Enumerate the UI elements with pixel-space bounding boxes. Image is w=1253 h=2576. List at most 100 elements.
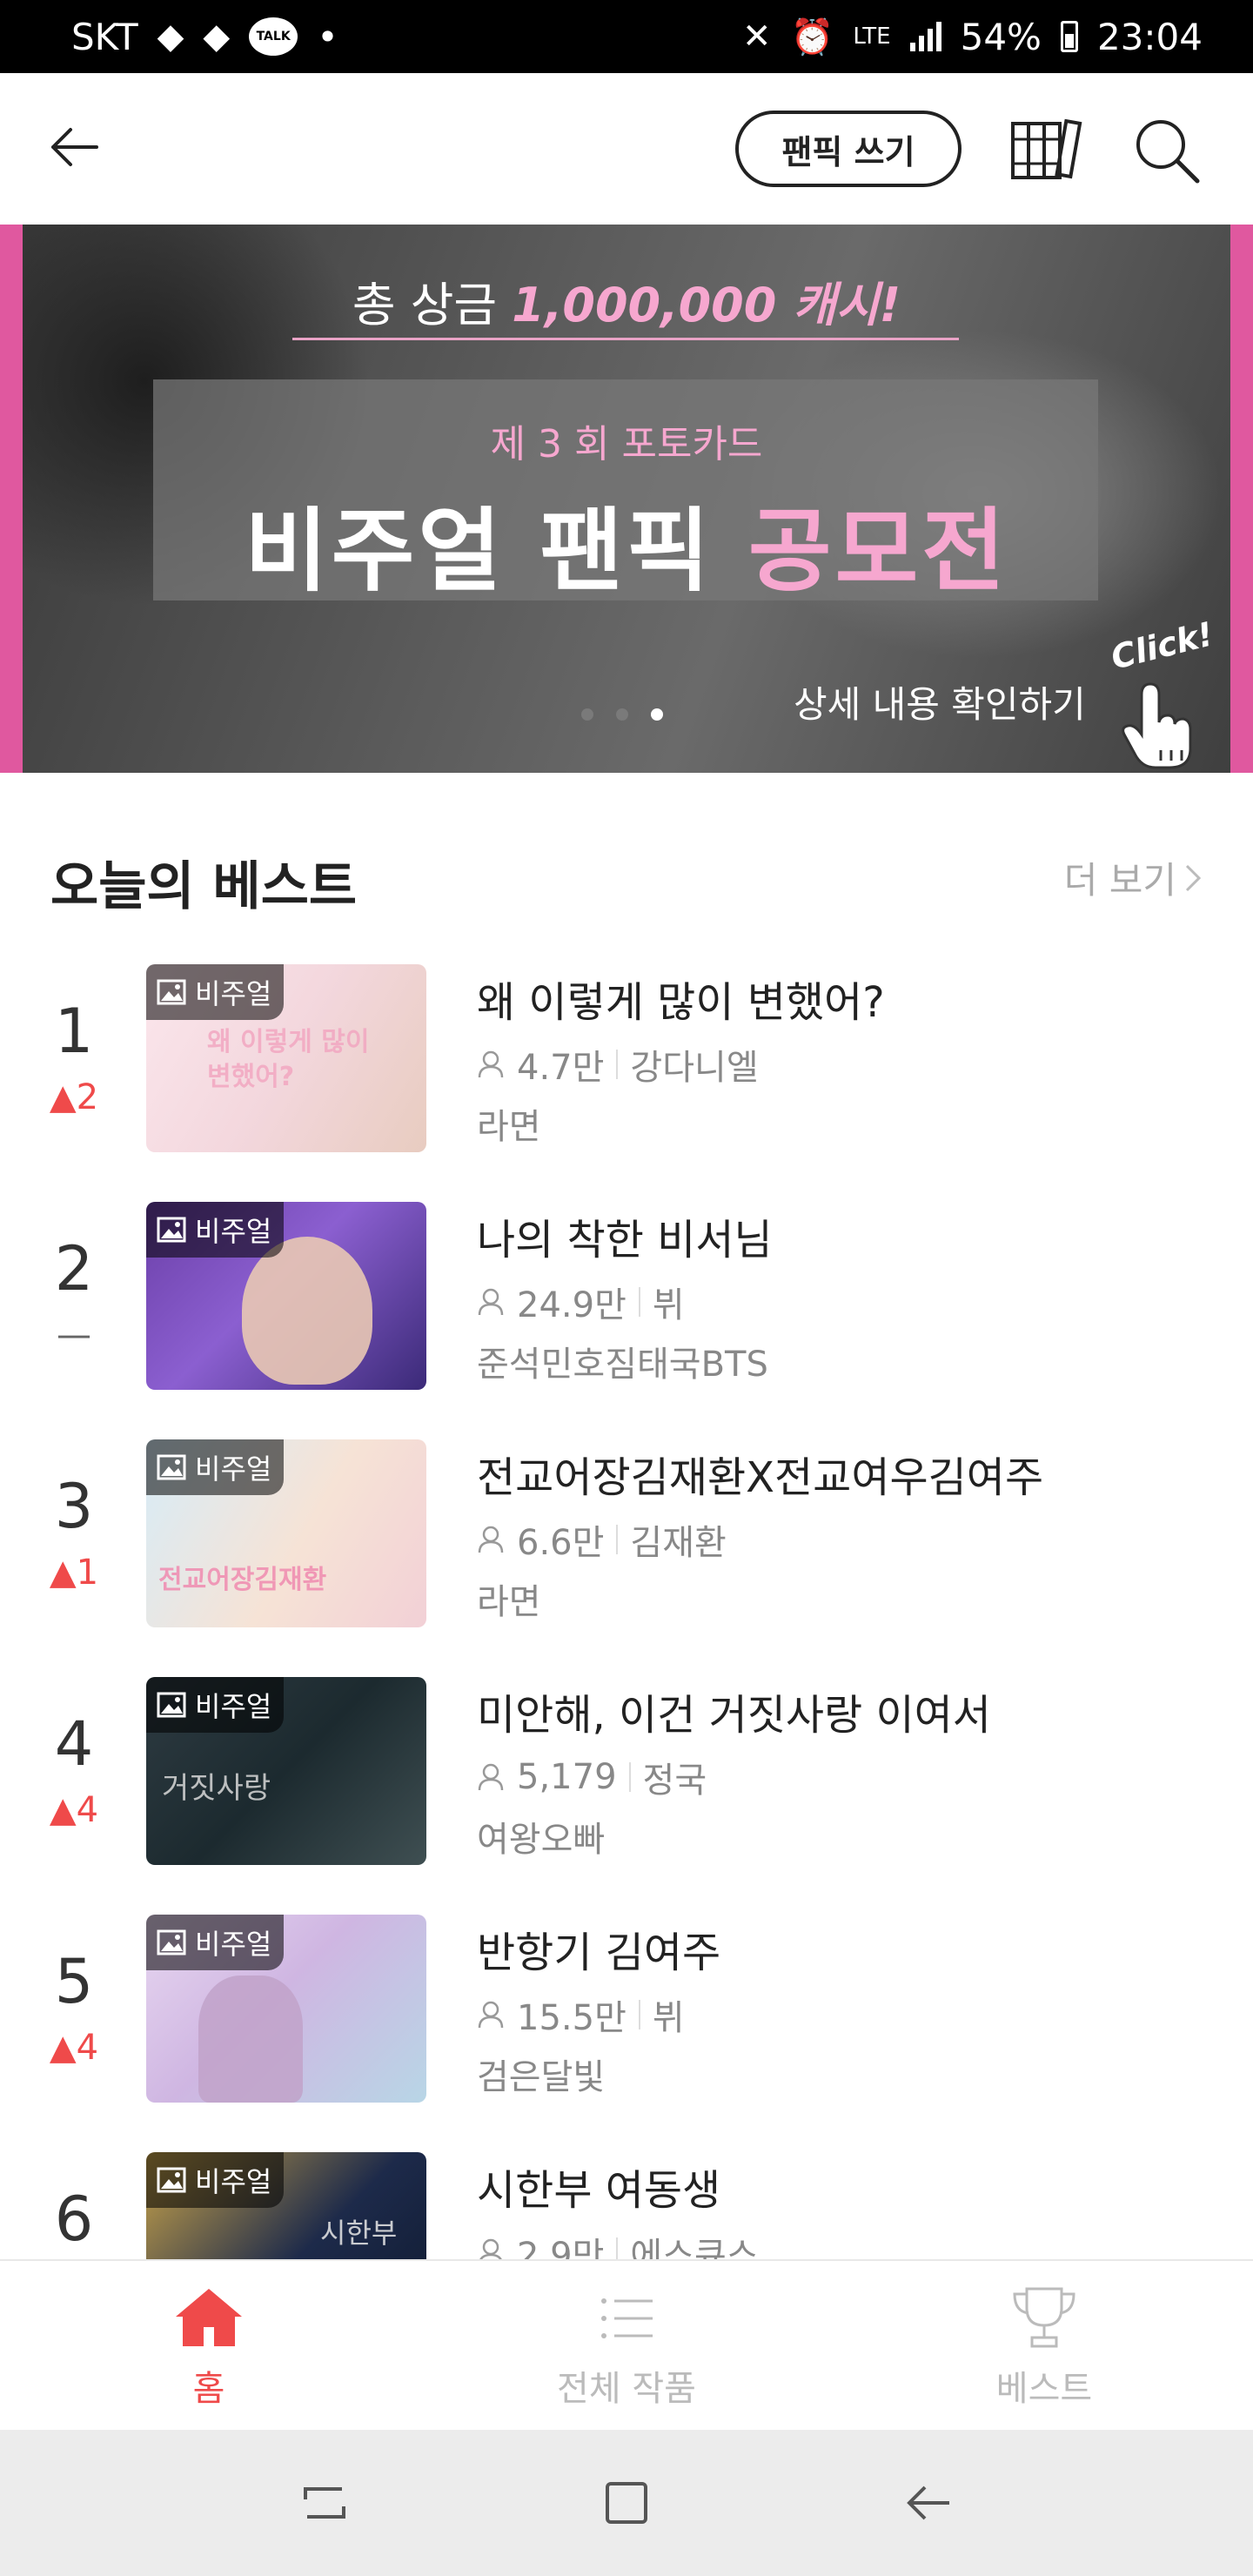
meta-separator <box>616 1525 619 1554</box>
item-meta: 4.7만 강다니엘 <box>477 1039 759 1090</box>
user-icon <box>478 2001 504 2029</box>
thumbnail-portrait <box>242 1237 372 1385</box>
badge-label: 비주얼 <box>195 1452 272 1486</box>
visual-badge: 비주얼 <box>146 1202 285 1258</box>
rank-change: — <box>57 1315 91 1355</box>
image-icon <box>157 1454 186 1480</box>
item-meta: 24.9만 뷔 <box>477 1277 685 1327</box>
rank-change: ▲4 <box>49 2028 99 2068</box>
alarm-icon: ⏰ <box>790 17 834 57</box>
back-icon <box>906 2485 949 2520</box>
home-icon <box>176 2289 242 2346</box>
battery-icon <box>1060 21 1078 52</box>
view-count: 24.9만 <box>517 1285 626 1325</box>
banner-title-main: 비주얼 팬픽 <box>245 498 714 604</box>
user-icon <box>478 1763 504 1791</box>
talk-icon: TALK <box>249 17 298 56</box>
thumbnail: 비주얼 <box>146 1915 426 2103</box>
mute-icon: ✕ <box>742 17 772 57</box>
search-button[interactable] <box>1129 113 1204 188</box>
image-icon <box>157 2167 186 2193</box>
meta-separator <box>616 1050 619 1079</box>
item-writer: 검은달빛 <box>477 2057 606 2097</box>
item-title: 왜 이렇게 많이 변했어? <box>477 978 885 1027</box>
image-icon <box>157 1929 186 1955</box>
banner-title-highlight: 공모전 <box>747 498 1008 604</box>
rank-number: 3 <box>54 1471 94 1542</box>
item-title: 미안해, 이건 거짓사랑 이여서 <box>477 1691 991 1740</box>
banner-pagination <box>581 708 663 721</box>
nav-home[interactable]: 홈 <box>0 2261 418 2430</box>
promo-banner[interactable]: 총 상금 1,000,000 캐시! 제 3 회 포토카드 비주얼 팬픽 공모전… <box>0 225 1253 773</box>
banner-detail-link[interactable]: 상세 내용 확인하기 <box>794 675 1086 728</box>
notification-icon: ◆ <box>203 17 231 57</box>
rank-number: 6 <box>54 2184 94 2255</box>
chevron-right-icon <box>1185 864 1202 891</box>
rank-number: 5 <box>54 1946 94 2017</box>
list-item[interactable]: 4 ▲4 거짓사랑 비주얼 미안해, 이건 거짓사랑 이여서 5,179 정국 … <box>0 1670 1253 1908</box>
thumbnail: 전교어장김재환 비주얼 <box>146 1439 426 1627</box>
more-link[interactable]: 더 보기 <box>1064 851 1203 904</box>
pagination-dot-active <box>651 708 663 721</box>
recent-apps-button[interactable] <box>290 2468 359 2538</box>
visual-badge: 비주얼 <box>146 1915 285 1970</box>
item-meta: 6.6만 김재환 <box>477 1514 727 1565</box>
nav-all-works[interactable]: 전체 작품 <box>418 2261 835 2430</box>
visual-badge: 비주얼 <box>146 964 285 1020</box>
recent-apps-icon <box>304 2487 346 2519</box>
meta-separator <box>638 2000 640 2029</box>
image-icon <box>157 1692 186 1718</box>
list-item[interactable]: 5 ▲4 비주얼 반항기 김여주 15.5만 뷔 검은달빛 <box>0 1908 1253 2145</box>
thumbnail-text: 거짓사랑 <box>162 1771 271 1806</box>
banner-prize-prefix: 총 상금 <box>352 278 498 332</box>
battery-percent: 54% <box>960 15 1042 58</box>
rank-change: ▲2 <box>49 1077 99 1117</box>
pagination-dot <box>616 708 628 721</box>
more-notifications-dot: • <box>317 15 338 58</box>
section-title: 오늘의 베스트 <box>50 856 358 917</box>
user-icon <box>478 1050 504 1078</box>
badge-label: 비주얼 <box>195 1928 272 1961</box>
square-icon <box>605 2482 647 2524</box>
rank-change: ▲4 <box>49 1790 99 1830</box>
badge-label: 비주얼 <box>195 1690 272 1723</box>
item-author: 정국 <box>642 1761 707 1801</box>
thumbnail: 비주얼 <box>146 1202 426 1390</box>
banner-divider <box>292 338 959 340</box>
list-item[interactable]: 1 ▲2 왜 이렇게 많이 변했어? 비주얼 왜 이렇게 많이 변했어? 4.7… <box>0 957 1253 1195</box>
nav-home-label: 홈 <box>192 2369 225 2409</box>
best-section-header: 오늘의 베스트 더 보기 <box>0 827 1253 922</box>
item-meta: 5,179 정국 <box>477 1752 707 1802</box>
item-author: 강다니엘 <box>630 1048 759 1088</box>
item-author: 김재환 <box>630 1523 727 1563</box>
item-title: 전교어장김재환X전교여우김여주 <box>477 1453 1044 1502</box>
thumbnail: 거짓사랑 비주얼 <box>146 1677 426 1865</box>
home-system-button[interactable] <box>592 2468 661 2538</box>
carrier-label: SKT <box>71 15 138 58</box>
item-title: 나의 착한 비서님 <box>477 1216 773 1265</box>
nav-best-label: 베스트 <box>995 2369 1093 2409</box>
library-button[interactable] <box>1008 113 1082 188</box>
write-fanfic-button[interactable]: 팬픽 쓰기 <box>735 111 962 187</box>
back-arrow-icon <box>51 128 98 166</box>
banner-prize-amount: 1,000,000 캐시! <box>512 278 901 332</box>
view-count: 5,179 <box>517 1757 617 1797</box>
list-item[interactable]: 3 ▲1 전교어장김재환 비주얼 전교어장김재환X전교여우김여주 6.6만 김재… <box>0 1432 1253 1670</box>
nav-best[interactable]: 베스트 <box>835 2261 1253 2430</box>
item-writer: 라면 <box>477 1107 541 1147</box>
item-title: 반항기 김여주 <box>477 1929 721 1977</box>
rank-number: 4 <box>54 1708 94 1780</box>
signal-icon <box>909 22 941 51</box>
system-back-button[interactable] <box>894 2468 963 2538</box>
visual-badge: 비주얼 <box>146 1677 285 1733</box>
item-writer: 준석민호짐태국BTS <box>477 1345 768 1385</box>
visual-badge: 비주얼 <box>146 1439 285 1495</box>
image-icon <box>157 979 186 1005</box>
view-count: 15.5만 <box>517 1998 626 2038</box>
list-item[interactable]: 2 — 비주얼 나의 착한 비서님 24.9만 뷔 준석민호짐태국BTS <box>0 1195 1253 1432</box>
meta-separator <box>628 1762 631 1792</box>
list-icon <box>601 2298 653 2338</box>
back-button[interactable] <box>44 117 104 178</box>
thumbnail-text: 시한부 <box>320 2217 398 2250</box>
item-meta: 15.5만 뷔 <box>477 1989 685 2040</box>
